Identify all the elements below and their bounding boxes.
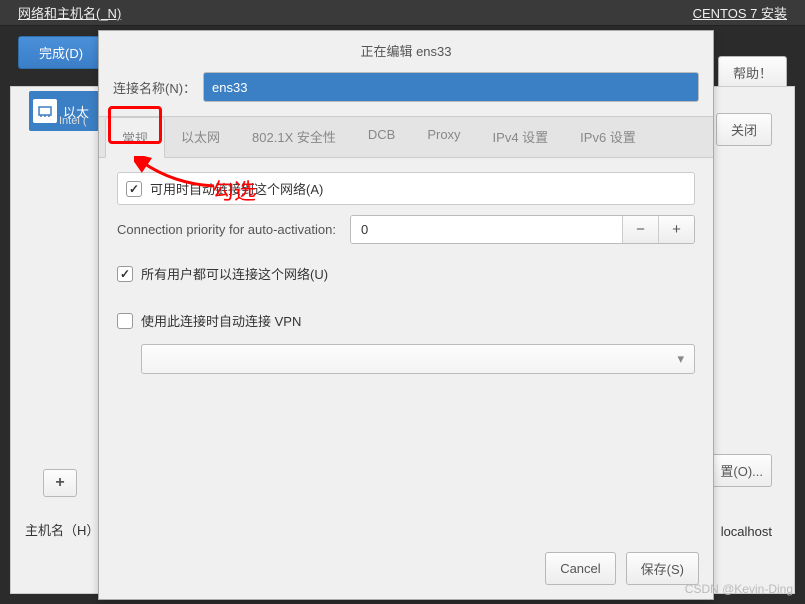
dialog-title: 正在编辑 ens33: [99, 31, 713, 68]
priority-input[interactable]: [351, 216, 622, 243]
tab-dcb[interactable]: DCB: [352, 117, 411, 157]
watermark: CSDN @Kevin-Ding: [685, 582, 793, 596]
all-users-checkbox[interactable]: [117, 266, 133, 282]
tab-8021x[interactable]: 802.1X 安全性: [236, 117, 352, 157]
tab-proxy[interactable]: Proxy: [411, 117, 476, 157]
configure-button[interactable]: 置(O)...: [711, 454, 772, 487]
help-button[interactable]: 帮助！: [718, 56, 787, 89]
tab-ipv6[interactable]: IPv6 设置: [564, 117, 652, 157]
add-button[interactable]: +: [43, 469, 77, 497]
close-button[interactable]: 关闭: [716, 113, 772, 146]
tab-bar: 常规 以太网 802.1X 安全性 DCB Proxy IPv4 设置 IPv6…: [99, 116, 713, 158]
connection-name-label: 连接名称(N)：: [113, 78, 203, 97]
save-button[interactable]: 保存(S): [626, 552, 699, 585]
window-title: 网络和主机名(_N): [18, 3, 121, 22]
done-button[interactable]: 完成(D): [18, 36, 104, 69]
priority-plus-button[interactable]: +: [658, 216, 694, 243]
tab-ethernet[interactable]: 以太网: [165, 117, 236, 157]
connection-name-input[interactable]: [203, 72, 699, 102]
tab-ipv4[interactable]: IPv4 设置: [477, 117, 565, 157]
hostname-value: localhost: [721, 524, 772, 539]
auto-connect-label: 可用时自动链接到这个网络(A): [150, 179, 323, 198]
installer-brand: CENTOS 7 安装: [693, 3, 787, 22]
ethernet-icon: [33, 99, 57, 123]
tab-general[interactable]: 常规: [105, 117, 165, 158]
priority-minus-button[interactable]: −: [622, 216, 658, 243]
vpn-select[interactable]: [141, 344, 695, 374]
auto-vpn-label: 使用此连接时自动连接 VPN: [141, 311, 301, 330]
all-users-label: 所有用户都可以连接这个网络(U): [141, 264, 328, 283]
cancel-button[interactable]: Cancel: [545, 552, 615, 585]
priority-label: Connection priority for auto-activation:: [117, 222, 336, 237]
auto-vpn-checkbox[interactable]: [117, 313, 133, 329]
hostname-label: 主机名（H）: [25, 520, 99, 539]
ethernet-sublabel: Intel (: [59, 115, 87, 127]
edit-connection-dialog: 正在编辑 ens33 连接名称(N)： 常规 以太网 802.1X 安全性 DC…: [98, 30, 714, 600]
auto-connect-checkbox[interactable]: [126, 181, 142, 197]
